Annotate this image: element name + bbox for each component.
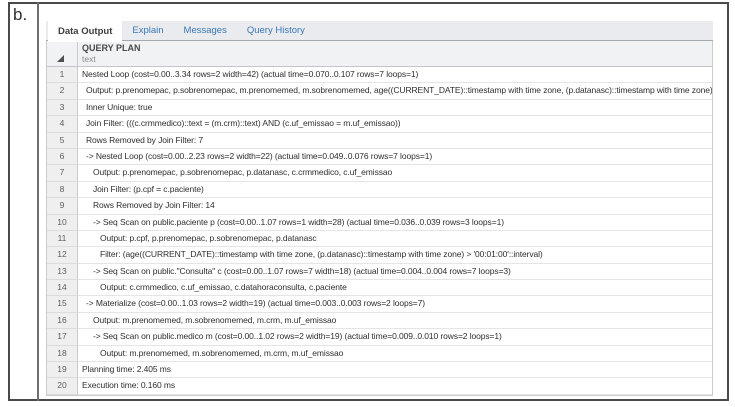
row-number-cell: 13 [47,264,78,280]
vertical-divider [37,2,39,401]
grid-header-row: QUERY PLAN text [47,41,712,67]
select-all-corner[interactable] [47,41,78,66]
query-plan-row[interactable]: 5 Rows Removed by Join Filter: 7 [47,133,712,149]
query-plan-row[interactable]: 2 Output: p.prenomepac, p.sobrenomepac, … [47,83,712,99]
row-text-cell[interactable]: Output: m.prenomemed, m.sobrenomemed, m.… [78,313,712,329]
row-text-cell[interactable]: Inner Unique: true [78,100,712,116]
row-number-cell: 17 [47,329,78,345]
query-plan-row[interactable]: 3 Inner Unique: true [47,100,712,116]
query-plan-row[interactable]: 10 -> Seq Scan on public.paciente p (cos… [47,215,712,231]
row-number-cell: 8 [47,182,78,198]
pgadmin-results-panel: Data Output Explain Messages Query Histo… [46,21,713,396]
tab-explain[interactable]: Explain [122,21,173,40]
row-text-cell[interactable]: -> Nested Loop (cost=0.00..2.23 rows=2 w… [78,149,712,165]
row-text-cell[interactable]: Planning time: 2.405 ms [78,362,712,378]
row-number-cell: 11 [47,231,78,247]
query-plan-row[interactable]: 19 Planning time: 2.405 ms [47,362,712,378]
query-plan-grid: QUERY PLAN text 1 Nested Loop (cost=0.00… [46,41,713,396]
row-number-cell: 2 [47,83,78,99]
row-number-cell: 16 [47,313,78,329]
figure-label: b. [13,5,27,25]
row-number-cell: 4 [47,116,78,132]
row-text-cell[interactable]: Output: p.cpf, p.prenomepac, p.sobrenome… [78,231,712,247]
tab-messages[interactable]: Messages [174,21,237,40]
row-number-cell: 5 [47,133,78,149]
row-text-cell[interactable]: -> Seq Scan on public.paciente p (cost=0… [78,215,712,231]
query-plan-row[interactable]: 14 Output: c.crmmedico, c.uf_emissao, c.… [47,280,712,296]
query-plan-row[interactable]: 15 -> Materialize (cost=0.00..1.03 rows=… [47,296,712,312]
row-number-cell: 7 [47,165,78,181]
row-text-cell[interactable]: -> Seq Scan on public.medico m (cost=0.0… [78,329,712,345]
query-plan-row[interactable]: 16 Output: m.prenomemed, m.sobrenomemed,… [47,313,712,329]
results-tab-bar: Data Output Explain Messages Query Histo… [46,21,713,41]
query-plan-row[interactable]: 6 -> Nested Loop (cost=0.00..2.23 rows=2… [47,149,712,165]
row-text-cell[interactable]: Output: c.crmmedico, c.uf_emissao, c.dat… [78,280,712,296]
row-text-cell[interactable]: Filter: (age((CURRENT_DATE)::timestamp w… [78,247,712,263]
row-text-cell[interactable]: Join Filter: (p.cpf = c.paciente) [78,182,712,198]
row-number-cell: 20 [47,378,78,394]
row-text-cell[interactable]: Nested Loop (cost=0.00..3.34 rows=2 widt… [78,67,712,83]
row-number-cell: 3 [47,100,78,116]
row-text-cell[interactable]: Join Filter: (((c.crmmedico)::text = (m.… [78,116,712,132]
query-plan-column-header[interactable]: QUERY PLAN text [78,41,712,66]
row-text-cell[interactable]: Output: p.prenomepac, p.sobrenomepac, p.… [78,165,712,181]
query-plan-row[interactable]: 7 Output: p.prenomepac, p.sobrenomepac, … [47,165,712,181]
row-number-cell: 12 [47,247,78,263]
row-text-cell[interactable]: Execution time: 0.160 ms [78,378,712,394]
query-plan-row[interactable]: 18 Output: m.prenomemed, m.sobrenomemed,… [47,346,712,362]
row-number-cell: 18 [47,346,78,362]
row-number-cell: 10 [47,215,78,231]
row-number-cell: 1 [47,67,78,83]
query-plan-row[interactable]: 1 Nested Loop (cost=0.00..3.34 rows=2 wi… [47,67,712,83]
row-text-cell[interactable]: Rows Removed by Join Filter: 7 [78,133,712,149]
row-text-cell[interactable]: -> Materialize (cost=0.00..1.03 rows=2 w… [78,296,712,312]
tab-query-history[interactable]: Query History [237,21,315,40]
row-text-cell[interactable]: Output: m.prenomemed, m.sobrenomemed, m.… [78,346,712,362]
row-number-cell: 9 [47,198,78,214]
query-plan-row[interactable]: 8 Join Filter: (p.cpf = c.paciente) [47,182,712,198]
row-number-cell: 14 [47,280,78,296]
query-plan-row[interactable]: 12 Filter: (age((CURRENT_DATE)::timestam… [47,247,712,263]
row-text-cell[interactable]: -> Seq Scan on public."Consulta" c (cost… [78,264,712,280]
query-plan-row[interactable]: 11 Output: p.cpf, p.prenomepac, p.sobren… [47,231,712,247]
tab-data-output[interactable]: Data Output [48,21,122,42]
query-plan-row[interactable]: 4 Join Filter: (((c.crmmedico)::text = (… [47,116,712,132]
query-plan-row[interactable]: 13 -> Seq Scan on public."Consulta" c (c… [47,264,712,280]
query-plan-row[interactable]: 9 Rows Removed by Join Filter: 14 [47,198,712,214]
row-number-cell: 15 [47,296,78,312]
query-plan-row[interactable]: 20 Execution time: 0.160 ms [47,378,712,394]
row-text-cell[interactable]: Rows Removed by Join Filter: 14 [78,198,712,214]
query-plan-row[interactable]: 17 -> Seq Scan on public.medico m (cost=… [47,329,712,345]
row-text-cell[interactable]: Output: p.prenomepac, p.sobrenomepac, m.… [78,83,712,99]
row-number-cell: 19 [47,362,78,378]
column-type: text [82,54,712,64]
column-title: QUERY PLAN [82,43,712,54]
sort-corner-icon [57,55,64,62]
grid-rows: 1 Nested Loop (cost=0.00..3.34 rows=2 wi… [47,67,712,395]
row-number-cell: 6 [47,149,78,165]
